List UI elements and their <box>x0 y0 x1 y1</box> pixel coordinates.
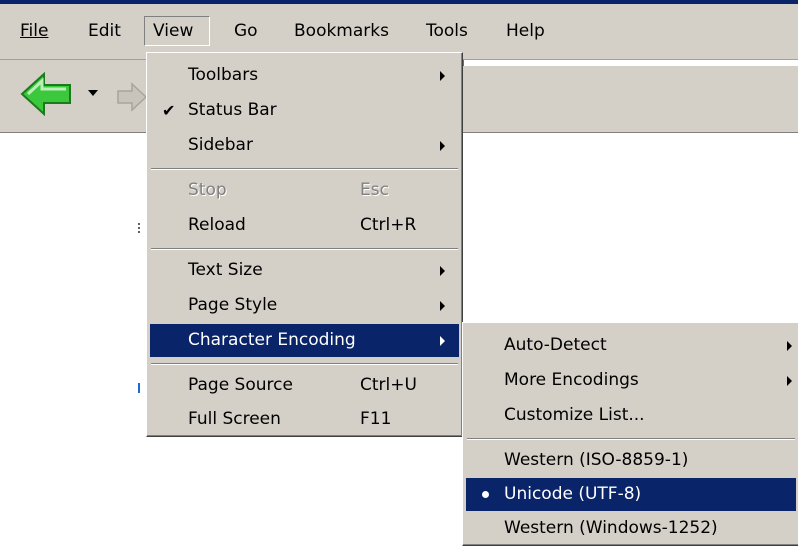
menu-item-more-encodings[interactable]: More Encodings <box>466 364 796 397</box>
menu-file[interactable]: File <box>12 16 56 46</box>
submenu-arrow-icon <box>787 341 792 351</box>
menu-item-page-style[interactable]: Page Style <box>150 289 459 322</box>
forward-arrow-icon[interactable] <box>114 82 148 112</box>
menu-item-status-bar[interactable]: ✔ Status Bar <box>150 94 459 127</box>
menu-bookmarks-label: Bookmarks <box>294 21 389 41</box>
menu-go-label: Go <box>234 21 258 41</box>
menu-item-shortcut: Esc <box>360 180 389 200</box>
menu-item-label: Sidebar <box>188 135 253 155</box>
menu-item-label: More Encodings <box>504 370 639 390</box>
menu-bookmarks[interactable]: Bookmarks <box>286 16 397 46</box>
character-encoding-submenu: Auto-Detect More Encodings Customize Lis… <box>462 322 798 546</box>
menu-item-label: Customize List... <box>504 405 645 425</box>
menu-item-label: Western (ISO-8859-1) <box>504 450 689 470</box>
menu-item-western-iso[interactable]: Western (ISO-8859-1) <box>466 444 796 477</box>
menu-item-text-size[interactable]: Text Size <box>150 254 459 287</box>
menu-view[interactable]: View <box>144 16 210 46</box>
menu-item-reload[interactable]: Reload Ctrl+R <box>150 209 459 242</box>
menu-item-page-source[interactable]: Page Source Ctrl+U <box>150 369 459 402</box>
menu-item-western-windows[interactable]: Western (Windows-1252) <box>466 512 796 545</box>
menu-edit[interactable]: Edit <box>80 16 129 46</box>
menu-item-auto-detect[interactable]: Auto-Detect <box>466 329 796 362</box>
page-marker <box>138 383 144 393</box>
menu-item-label: Full Screen <box>188 409 281 429</box>
submenu-arrow-icon <box>440 301 445 311</box>
menu-item-label: Western (Windows-1252) <box>504 518 718 538</box>
menu-tools-label: Tools <box>426 21 468 41</box>
menu-separator <box>151 363 458 365</box>
menu-separator <box>467 438 795 440</box>
menu-view-label: View <box>153 21 194 41</box>
submenu-arrow-icon <box>440 336 445 346</box>
dropdown-icon[interactable] <box>88 90 98 96</box>
back-arrow-icon[interactable] <box>18 70 74 118</box>
menu-separator <box>151 168 458 170</box>
page-marker <box>138 223 144 233</box>
menu-edit-label: Edit <box>88 21 121 41</box>
menu-item-full-screen[interactable]: Full Screen F11 <box>150 403 459 436</box>
submenu-arrow-icon <box>440 141 445 151</box>
checkmark-icon: ✔ <box>162 101 176 120</box>
menu-item-sidebar[interactable]: Sidebar <box>150 129 459 162</box>
submenu-arrow-icon <box>440 266 445 276</box>
menu-item-label: Status Bar <box>188 100 277 120</box>
menu-item-toolbars[interactable]: Toolbars <box>150 59 459 92</box>
menu-item-character-encoding[interactable]: Character Encoding <box>150 324 459 357</box>
menu-go[interactable]: Go <box>226 16 266 46</box>
menu-item-label: Reload <box>188 215 246 235</box>
menu-item-shortcut: Ctrl+U <box>360 375 417 395</box>
menu-item-label: Character Encoding <box>188 330 356 350</box>
submenu-arrow-icon <box>440 71 445 81</box>
menu-item-label: Stop <box>188 180 227 200</box>
menu-item-label: Unicode (UTF-8) <box>504 484 642 504</box>
menu-item-unicode-utf8[interactable]: Unicode (UTF-8) <box>466 478 796 511</box>
menu-item-label: Page Source <box>188 375 293 395</box>
menu-item-label: Auto-Detect <box>504 335 607 355</box>
menu-file-label: File <box>20 21 49 41</box>
view-menu: Toolbars ✔ Status Bar Sidebar Stop Esc R… <box>146 52 463 437</box>
submenu-arrow-icon <box>787 376 792 386</box>
menu-item-shortcut: Ctrl+R <box>360 215 417 235</box>
menu-item-shortcut: F11 <box>360 409 392 429</box>
menu-item-label: Toolbars <box>188 65 259 85</box>
menu-item-customize-list[interactable]: Customize List... <box>466 399 796 432</box>
menu-item-stop[interactable]: Stop Esc <box>150 174 459 207</box>
menu-tools[interactable]: Tools <box>418 16 476 46</box>
menu-help[interactable]: Help <box>498 16 553 46</box>
url-bar-edge[interactable] <box>462 60 798 66</box>
radio-bullet-icon <box>482 491 489 498</box>
menu-item-label: Page Style <box>188 295 278 315</box>
menu-item-label: Text Size <box>188 260 263 280</box>
menu-separator <box>151 248 458 250</box>
menu-help-label: Help <box>506 21 545 41</box>
page-content-area <box>0 133 146 544</box>
